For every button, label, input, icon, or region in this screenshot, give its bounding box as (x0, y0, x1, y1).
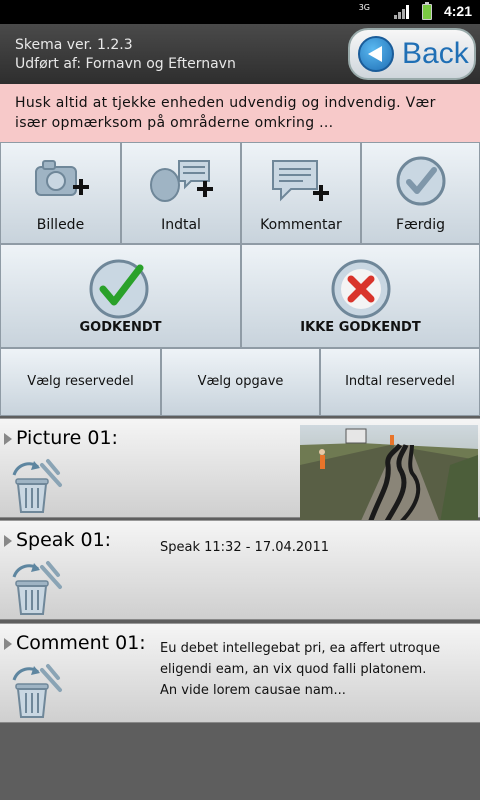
back-button-label: Back (402, 37, 469, 70)
header-info: Skema ver. 1.2.3 Udført af: Fornavn og E… (15, 36, 236, 74)
done-label: Færdig (396, 217, 445, 233)
notice-line-2: især opmærksom på områderne omkring ... (15, 115, 334, 131)
add-comment-label: Kommentar (260, 217, 342, 233)
back-button[interactable]: Back (348, 28, 476, 80)
signal-icon (394, 5, 410, 19)
app-header: Skema ver. 1.2.3 Udført af: Fornavn og E… (0, 24, 480, 84)
select-spare-part-button[interactable]: Vælg reservedel (0, 348, 161, 416)
picture-thumbnail[interactable] (300, 425, 478, 523)
speak-timestamp: Speak 11:32 - 17.04.2011 (160, 540, 329, 555)
comment-line-3: An vide lorem causae nam... (160, 683, 346, 698)
status-bar: 3G 4:21 (0, 0, 480, 24)
entry-title: Speak 01: (16, 529, 112, 551)
entry-title: Comment 01: (16, 632, 146, 654)
speak-spare-part-label: Indtal reservedel (345, 374, 455, 389)
performed-by-label: Udført af: Fornavn og Efternavn (15, 56, 236, 72)
clock: 4:21 (443, 3, 472, 19)
select-task-button[interactable]: Vælg opgave (161, 348, 320, 416)
approve-check-icon (89, 259, 148, 319)
list-item-comment[interactable]: Comment 01: Eu debet intellegebat pri, e… (0, 623, 480, 723)
done-button[interactable]: Færdig (361, 142, 480, 244)
speak-button[interactable]: Indtal (121, 142, 241, 244)
delete-trash-icon[interactable] (8, 457, 66, 515)
notice-banner: Husk altid at tjekke enheden udvendig og… (0, 84, 480, 142)
expand-arrow-icon (4, 535, 12, 547)
done-check-icon (396, 156, 445, 206)
comment-line-1: Eu debet intellegebat pri, ea affert utr… (160, 641, 441, 656)
speak-spare-part-button[interactable]: Indtal reservedel (320, 348, 480, 416)
list-item-speak[interactable]: Speak 01: Speak 11:32 - 17.04.2011 (0, 520, 480, 620)
expand-arrow-icon (4, 638, 12, 650)
add-comment-button[interactable]: Kommentar (241, 142, 361, 244)
camera-add-icon (34, 160, 89, 196)
list-item-picture[interactable]: Picture 01: (0, 418, 480, 523)
reject-label: IKKE GODKENDT (300, 320, 421, 335)
delete-trash-icon[interactable] (8, 559, 66, 617)
comment-add-icon (272, 160, 329, 202)
add-picture-label: Billede (36, 217, 85, 233)
speak-add-icon (150, 160, 213, 202)
speak-label: Indtal (161, 217, 201, 233)
approve-button[interactable]: GODKENDT (0, 244, 241, 348)
comment-line-2: eligendi eam, an vix quod falli platonem… (160, 662, 427, 677)
back-arrow-icon (358, 36, 394, 72)
notice-line-1: Husk altid at tjekke enheden udvendig og… (15, 95, 436, 111)
battery-icon (422, 2, 432, 20)
comment-text: Eu debet intellegebat pri, ea affert utr… (160, 638, 440, 701)
reject-button[interactable]: IKKE GODKENDT (241, 244, 480, 348)
select-task-label: Vælg opgave (197, 374, 284, 389)
network-type: 3G (358, 3, 370, 12)
approve-label: GODKENDT (79, 320, 162, 335)
reject-x-icon (331, 259, 390, 319)
delete-trash-icon[interactable] (8, 662, 66, 720)
expand-arrow-icon (4, 433, 12, 445)
select-spare-part-label: Vælg reservedel (27, 374, 134, 389)
add-picture-button[interactable]: Billede (0, 142, 121, 244)
version-label: Skema ver. 1.2.3 (15, 37, 133, 53)
entry-title: Picture 01: (16, 427, 118, 449)
